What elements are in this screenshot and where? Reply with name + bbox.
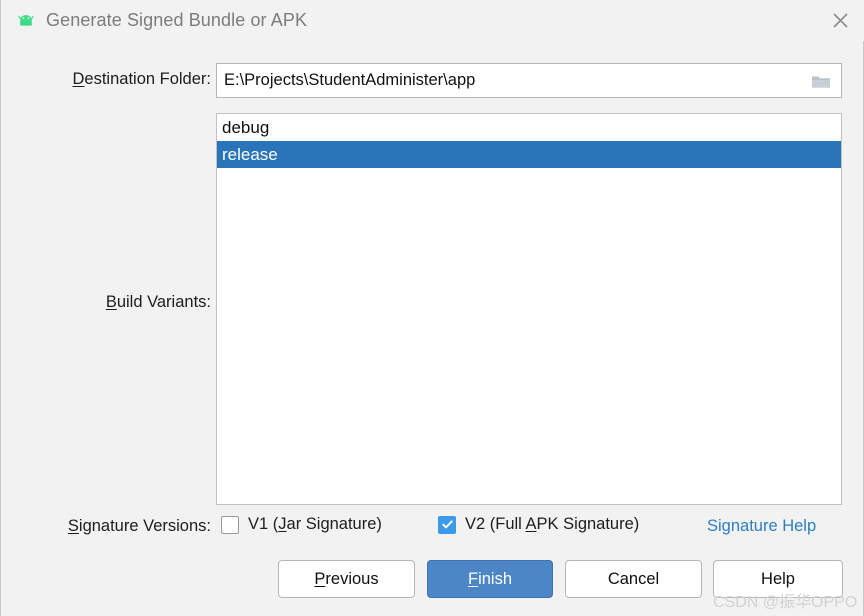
v1-label-before: V1 (	[248, 515, 278, 533]
list-item[interactable]: release	[217, 141, 841, 168]
build-variants-mnemonic: B	[106, 293, 117, 311]
v1-label-after: ar Signature)	[287, 515, 382, 533]
window-title: Generate Signed Bundle or APK	[46, 10, 307, 31]
v1-signature-checkbox-row[interactable]: V1 (Jar Signature)	[221, 515, 382, 534]
v1-signature-checkbox[interactable]	[221, 516, 239, 534]
generate-signed-bundle-dialog: Generate Signed Bundle or APK Destinatio…	[0, 0, 864, 616]
v2-label-mnemonic: A	[526, 515, 537, 533]
v2-signature-checkbox[interactable]	[438, 516, 456, 534]
v1-signature-label: V1 (Jar Signature)	[248, 515, 382, 534]
signature-help-link[interactable]: Signature Help	[707, 517, 816, 536]
signature-versions-label: Signature Versions:	[19, 517, 211, 536]
check-icon	[441, 518, 454, 531]
v2-signature-label: V2 (Full APK Signature)	[465, 515, 639, 534]
v2-label-before: V2 (Full	[465, 515, 526, 533]
previous-button-mnemonic: P	[314, 570, 325, 589]
previous-button-label: revious	[325, 570, 378, 589]
build-variants-list[interactable]: debug release	[216, 113, 842, 505]
close-icon[interactable]	[815, 0, 864, 41]
android-robot-icon	[15, 10, 37, 32]
build-variants-label: Build Variants:	[25, 293, 211, 312]
destination-folder-label-text: estination Folder:	[84, 70, 211, 88]
folder-open-icon[interactable]	[801, 64, 841, 97]
finish-button-label: inish	[478, 570, 512, 589]
destination-folder-input[interactable]: E:\Projects\StudentAdminister\app	[217, 71, 801, 90]
destination-folder-label: Destination Folder:	[25, 70, 211, 89]
help-button[interactable]: Help	[713, 560, 843, 598]
destination-folder-field[interactable]: E:\Projects\StudentAdminister\app	[216, 63, 842, 98]
signature-versions-mnemonic: S	[68, 517, 79, 535]
v1-label-mnemonic: J	[278, 515, 286, 533]
signature-versions-label-text: ignature Versions:	[79, 517, 211, 535]
cancel-button[interactable]: Cancel	[565, 560, 702, 598]
v2-label-after: PK Signature)	[537, 515, 640, 533]
finish-button-mnemonic: F	[468, 570, 478, 589]
title-bar: Generate Signed Bundle or APK	[1, 0, 864, 41]
previous-button[interactable]: Previous	[278, 560, 415, 598]
list-item[interactable]: debug	[217, 114, 841, 141]
finish-button[interactable]: Finish	[427, 560, 553, 598]
destination-folder-mnemonic: D	[73, 70, 85, 88]
build-variants-label-text: uild Variants:	[117, 293, 211, 311]
v2-signature-checkbox-row[interactable]: V2 (Full APK Signature)	[438, 515, 639, 534]
